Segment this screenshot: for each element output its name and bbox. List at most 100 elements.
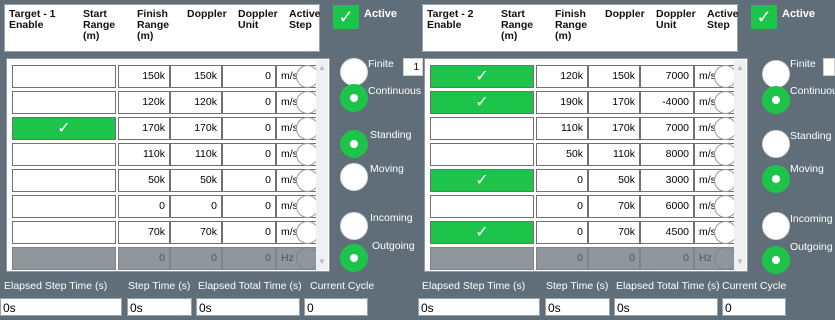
check-icon: ✓ xyxy=(475,94,489,111)
finish-range-field[interactable]: 170k xyxy=(170,117,222,140)
scroll-down-icon[interactable]: ▼ xyxy=(734,256,746,268)
enable-checkbox[interactable] xyxy=(430,195,534,218)
enable-checkbox[interactable]: ✓ xyxy=(12,117,116,140)
doppler-field[interactable]: 4500 xyxy=(640,221,694,244)
scrollbar[interactable]: ▲ ▼ xyxy=(316,60,328,270)
finish-range-field[interactable]: 110k xyxy=(170,143,222,166)
finish-range-field[interactable]: 70k xyxy=(588,195,640,218)
doppler-field[interactable]: 8000 xyxy=(640,143,694,166)
doppler-field[interactable]: 7000 xyxy=(640,65,694,88)
finish-range-field[interactable]: 70k xyxy=(170,221,222,244)
doppler-field[interactable]: -4000 xyxy=(640,91,694,114)
finish-range-field[interactable]: 120k xyxy=(170,91,222,114)
active-checkbox[interactable]: ✓ xyxy=(333,5,359,29)
start-range-field[interactable]: 110k xyxy=(536,117,588,140)
moving-radio[interactable] xyxy=(762,165,790,193)
doppler-field[interactable]: 0 xyxy=(222,65,276,88)
finish-range-field[interactable]: 110k xyxy=(588,143,640,166)
start-range-field[interactable]: 120k xyxy=(536,65,588,88)
target-1-panel: Target - 1 Enable Start Range (m) Finish… xyxy=(0,0,423,320)
active-label: Active xyxy=(782,8,816,20)
doppler-field[interactable]: 7000 xyxy=(640,117,694,140)
enable-checkbox[interactable]: ✓ xyxy=(430,91,534,114)
doppler-field[interactable]: 3000 xyxy=(640,169,694,192)
enable-checkbox[interactable] xyxy=(430,117,534,140)
start-range-field[interactable]: 170k xyxy=(118,117,170,140)
start-range-field[interactable]: 70k xyxy=(118,221,170,244)
step-time-field[interactable]: 0s xyxy=(545,298,610,316)
active-label: Active xyxy=(364,8,398,20)
doppler-field[interactable]: 0 xyxy=(222,221,276,244)
start-range-field[interactable]: 50k xyxy=(118,169,170,192)
finish-range-field-value: 50k xyxy=(200,174,217,186)
header-doppler-unit: Doppler Unit xyxy=(656,8,696,31)
current-cycle-field: 0 xyxy=(722,298,786,316)
doppler-field[interactable]: 0 xyxy=(222,143,276,166)
outgoing-radio[interactable] xyxy=(762,246,790,274)
finish-range-field[interactable]: 170k xyxy=(588,91,640,114)
start-range-field: 0 xyxy=(118,247,170,270)
finish-range-field[interactable]: 150k xyxy=(170,65,222,88)
enable-checkbox[interactable] xyxy=(12,195,116,218)
finish-range-field[interactable]: 50k xyxy=(170,169,222,192)
moving-radio[interactable] xyxy=(340,163,368,191)
scroll-up-icon[interactable]: ▲ xyxy=(734,62,746,74)
outgoing-radio[interactable] xyxy=(340,244,368,272)
enable-checkbox[interactable] xyxy=(12,91,116,114)
finite-radio[interactable] xyxy=(340,58,368,86)
continuous-radio[interactable] xyxy=(340,84,368,112)
doppler-unit-field-value: m/s xyxy=(281,200,298,212)
finish-range-field-value: 110k xyxy=(613,148,635,160)
doppler-field[interactable]: 0 xyxy=(222,195,276,218)
incoming-radio[interactable] xyxy=(762,212,790,240)
finish-range-field[interactable]: 50k xyxy=(588,169,640,192)
finish-range-field[interactable]: 170k xyxy=(588,117,640,140)
enable-checkbox[interactable] xyxy=(12,169,116,192)
enable-checkbox[interactable]: ✓ xyxy=(430,169,534,192)
start-range-field[interactable]: 0 xyxy=(118,195,170,218)
active-checkbox[interactable]: ✓ xyxy=(751,5,777,29)
finish-range-field[interactable]: 70k xyxy=(588,221,640,244)
scroll-up-icon[interactable]: ▲ xyxy=(316,62,328,74)
standing-radio[interactable] xyxy=(762,130,790,158)
scrollbar[interactable]: ▲ ▼ xyxy=(734,60,746,270)
scroll-down-icon[interactable]: ▼ xyxy=(316,256,328,268)
incoming-radio[interactable] xyxy=(340,212,368,240)
finish-range-field[interactable]: 150k xyxy=(588,65,640,88)
finite-radio[interactable] xyxy=(762,60,790,88)
continuous-radio[interactable] xyxy=(762,86,790,114)
enable-checkbox[interactable] xyxy=(12,65,116,88)
doppler-field[interactable]: 0 xyxy=(222,91,276,114)
elapsed-step-time-label: Elapsed Step Time (s) xyxy=(422,280,526,292)
doppler-field: 0 xyxy=(222,247,276,270)
doppler-field-value: 0 xyxy=(265,174,271,186)
doppler-unit-field-value: m/s xyxy=(699,122,716,134)
enable-checkbox[interactable] xyxy=(430,143,534,166)
doppler-field[interactable]: 0 xyxy=(222,169,276,192)
finish-range-field[interactable]: 0 xyxy=(170,195,222,218)
step-time-field[interactable]: 0s xyxy=(127,298,192,316)
enable-checkbox[interactable]: ✓ xyxy=(430,221,534,244)
start-range-field[interactable]: 190k xyxy=(536,91,588,114)
enable-checkbox[interactable]: ✓ xyxy=(430,65,534,88)
standing-label: Standing xyxy=(790,130,832,142)
doppler-unit-field-value: m/s xyxy=(281,122,298,134)
header-finish-range: Finish Range (m) xyxy=(137,8,170,42)
start-range-field[interactable]: 110k xyxy=(118,143,170,166)
table-header: Target - 1 Enable Start Range (m) Finish… xyxy=(4,4,321,52)
enable-checkbox[interactable] xyxy=(12,143,116,166)
check-icon: ✓ xyxy=(475,224,489,241)
start-range-field[interactable]: 50k xyxy=(536,143,588,166)
standing-radio[interactable] xyxy=(340,130,368,158)
start-range-field-value: 0 xyxy=(159,252,165,264)
enable-checkbox[interactable] xyxy=(12,221,116,244)
finite-count-input[interactable] xyxy=(823,58,835,76)
start-range-field[interactable]: 150k xyxy=(118,65,170,88)
start-range-field[interactable]: 120k xyxy=(118,91,170,114)
start-range-field[interactable]: 0 xyxy=(536,195,588,218)
doppler-field[interactable]: 6000 xyxy=(640,195,694,218)
doppler-field[interactable]: 0 xyxy=(222,117,276,140)
doppler-unit-field-value: m/s xyxy=(281,148,298,160)
start-range-field[interactable]: 0 xyxy=(536,221,588,244)
start-range-field[interactable]: 0 xyxy=(536,169,588,192)
